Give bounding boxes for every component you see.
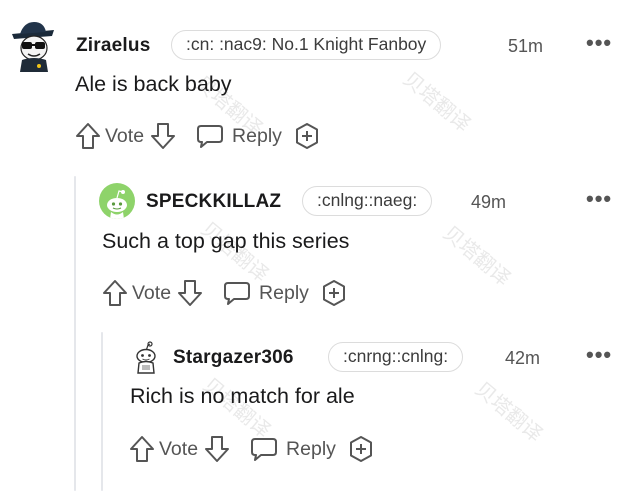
upvote-button[interactable]: [75, 122, 101, 150]
comment-body: Ale is back baby: [75, 72, 232, 96]
timestamp: 49m: [471, 192, 507, 212]
timestamp: 51m: [508, 36, 544, 56]
vote-label: Vote: [132, 281, 172, 304]
comment-body: Rich is no match for ale: [130, 384, 355, 408]
comment-actions: Vote Reply: [129, 431, 374, 467]
user-avatar[interactable]: [8, 20, 58, 72]
reply-button[interactable]: Reply: [250, 436, 336, 462]
user-flair: :cnrng::cnlng:: [328, 342, 464, 372]
reply-label: Reply: [259, 281, 309, 304]
more-options-button[interactable]: •••: [586, 32, 612, 54]
user-avatar[interactable]: [130, 340, 162, 374]
award-button[interactable]: [294, 122, 320, 150]
vote-label: Vote: [105, 124, 145, 147]
upvote-button[interactable]: [102, 279, 128, 307]
comment-body: Such a top gap this series: [102, 229, 350, 253]
more-options-button[interactable]: •••: [586, 344, 612, 366]
comment-actions: Vote Reply: [75, 118, 320, 154]
reply-button[interactable]: Reply: [223, 280, 309, 306]
upvote-arrow-icon: [103, 280, 127, 306]
reply-button[interactable]: Reply: [196, 123, 282, 149]
avatar-sunglasses-icon: [12, 22, 54, 72]
reply-label: Reply: [286, 437, 336, 460]
downvote-button[interactable]: [204, 435, 230, 463]
award-plus-icon: [322, 280, 345, 306]
downvote-arrow-icon: [205, 436, 230, 462]
downvote-arrow-icon: [151, 123, 176, 149]
award-plus-icon: [295, 123, 318, 149]
more-options-button[interactable]: •••: [586, 188, 612, 210]
timestamp: 42m: [505, 348, 541, 368]
snoo-avatar-icon: [107, 190, 127, 219]
downvote-button[interactable]: [150, 122, 176, 150]
award-button[interactable]: [321, 279, 347, 307]
username[interactable]: Ziraelus: [76, 35, 150, 57]
user-flair: :cn: :nac9: No.1 Knight Fanboy: [171, 30, 442, 60]
downvote-arrow-icon: [178, 280, 203, 306]
watermark: 贝塔翻译: [470, 378, 547, 447]
user-flair: :cnlng::naeg:: [302, 186, 433, 216]
reply-label: Reply: [232, 124, 282, 147]
reply-bubble-icon: [251, 438, 278, 461]
comment-actions: Vote Reply: [102, 275, 347, 311]
award-button[interactable]: [348, 435, 374, 463]
watermark: 贝塔翻译: [438, 222, 515, 291]
thread-line-level-1: [74, 176, 76, 491]
downvote-button[interactable]: [177, 279, 203, 307]
reply-bubble-icon: [197, 125, 224, 148]
username[interactable]: SPECKKILLAZ: [146, 191, 281, 213]
upvote-arrow-icon: [76, 123, 100, 149]
user-avatar[interactable]: [99, 183, 135, 219]
vote-label: Vote: [159, 437, 199, 460]
username[interactable]: Stargazer306: [173, 347, 294, 369]
watermark: 贝塔翻译: [398, 68, 475, 137]
snoo-outline-avatar-icon: [136, 341, 156, 374]
upvote-button[interactable]: [129, 435, 155, 463]
thread-line-level-2: [101, 332, 103, 491]
reply-bubble-icon: [224, 282, 251, 305]
upvote-arrow-icon: [130, 436, 154, 462]
award-plus-icon: [349, 436, 372, 462]
